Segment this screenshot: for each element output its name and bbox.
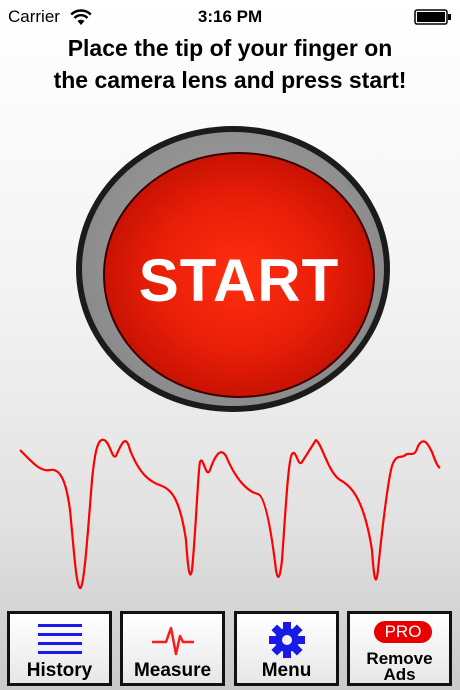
- tab-measure-label: Measure: [133, 660, 212, 681]
- heartbeat-icon: [151, 626, 194, 656]
- instruction-line-1: Place the tip of your finger on: [67, 35, 393, 61]
- instruction-line-2: the camera lens and press start!: [53, 67, 407, 93]
- pulse-waveform-line: [19, 438, 441, 590]
- start-button-label: START: [138, 247, 340, 314]
- pro-badge: PRO: [374, 621, 432, 643]
- battery-icon: [414, 9, 451, 25]
- start-button-bezel: START: [82, 132, 384, 406]
- tab-measure[interactable]: Measure: [120, 611, 225, 686]
- instruction-text: Place the tip of your finger on the came…: [20, 32, 440, 96]
- start-button-ring: START: [76, 126, 390, 412]
- tab-history[interactable]: History: [7, 611, 112, 686]
- start-button[interactable]: START: [103, 152, 375, 398]
- tab-history-label: History: [26, 660, 93, 681]
- tab-remove-ads-label: Remove Ads: [350, 650, 449, 684]
- status-bar: Carrier 3:16 PM: [0, 0, 460, 34]
- pulse-waveform: [19, 438, 441, 590]
- remove-ads-line-2: Ads: [383, 665, 416, 684]
- status-time: 3:16 PM: [197, 7, 263, 26]
- tab-menu[interactable]: Menu: [234, 611, 339, 686]
- tab-menu-label: Menu: [261, 660, 312, 681]
- list-icon: [37, 624, 82, 654]
- gear-icon: [268, 622, 305, 658]
- tab-remove-ads[interactable]: PRO Remove Ads: [347, 611, 452, 686]
